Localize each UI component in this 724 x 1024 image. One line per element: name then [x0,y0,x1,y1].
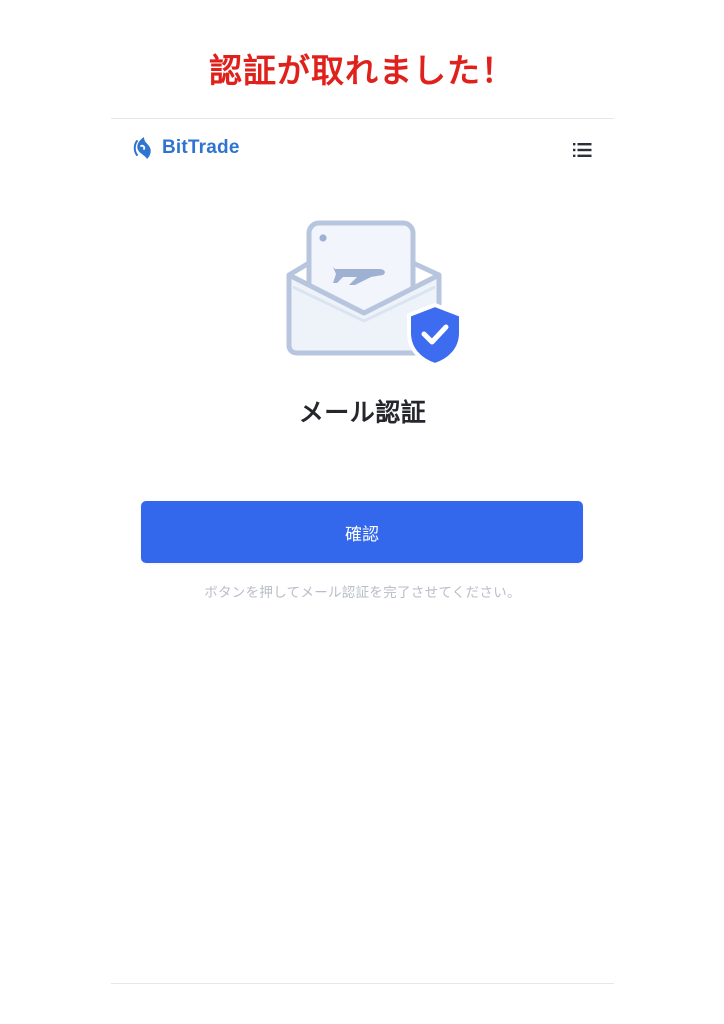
helper-text: ボタンを押してメール認証を完了させてください。 [204,585,521,601]
header: BitTrade [111,119,614,177]
bittrade-logo[interactable]: BitTrade [131,134,240,162]
menu-list-icon[interactable] [571,139,595,161]
mobile-page: BitTrade メール認証 確認 ボタンを押してメール認証を完了させてください… [111,118,614,984]
logo-text: BitTrade [162,137,240,158]
email-verified-shield-icon [283,217,465,367]
bittrade-logo-icon [133,137,151,159]
verification-complete-annotation: 認証が取れました！ [209,51,515,90]
confirm-button[interactable]: 確認 [141,501,583,563]
page-title: メール認証 [298,398,427,427]
